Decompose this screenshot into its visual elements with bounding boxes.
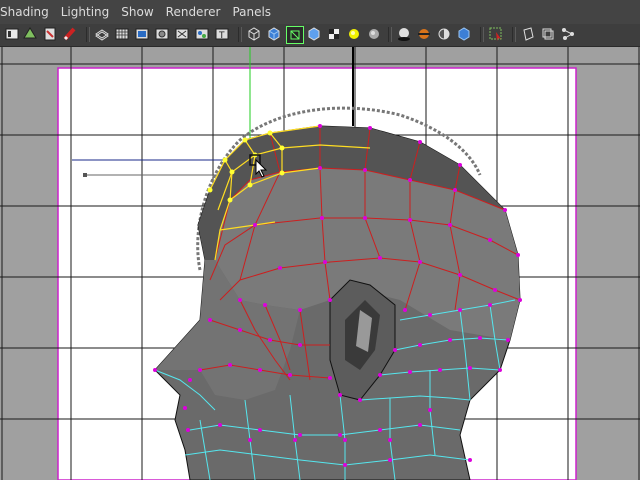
svg-text:T: T xyxy=(218,31,225,41)
safe-action-icon[interactable] xyxy=(174,26,190,42)
menu-show[interactable]: Show xyxy=(115,0,159,24)
film-gate-icon[interactable] xyxy=(134,26,150,42)
xray-components-icon[interactable] xyxy=(560,26,576,42)
anti-aliasing-icon[interactable] xyxy=(456,26,472,42)
wireframe-shading-icon[interactable] xyxy=(246,26,262,42)
smooth-shade-icon[interactable] xyxy=(266,26,282,42)
wireframe-icon[interactable] xyxy=(94,26,110,42)
resolution-gate-icon[interactable] xyxy=(154,26,170,42)
xray-icon[interactable] xyxy=(520,26,536,42)
toolbar-separator xyxy=(388,27,392,42)
grid-toggle-icon[interactable] xyxy=(114,26,130,42)
camera-attributes-icon[interactable] xyxy=(4,26,20,42)
viewport-canvas[interactable] xyxy=(0,47,640,480)
use-all-lights-icon[interactable] xyxy=(346,26,362,42)
menu-renderer[interactable]: Renderer xyxy=(160,0,227,24)
default-material-icon[interactable] xyxy=(306,26,322,42)
field-chart-icon[interactable] xyxy=(194,26,210,42)
3d-viewport[interactable] xyxy=(0,47,640,480)
isolate-select-icon[interactable] xyxy=(488,26,504,42)
menu-panels[interactable]: Panels xyxy=(226,0,277,24)
manipulator-x-handle[interactable] xyxy=(83,173,87,177)
motion-blur-icon[interactable] xyxy=(436,26,452,42)
wireframe-on-shaded-icon[interactable] xyxy=(286,26,304,44)
menu-shading[interactable]: Shading xyxy=(0,0,55,24)
default-light-icon[interactable] xyxy=(366,26,382,42)
grease-pencil-icon[interactable] xyxy=(62,26,78,42)
bookmark-icon[interactable] xyxy=(42,26,58,42)
shadows-icon[interactable] xyxy=(396,26,412,42)
toolbar-separator xyxy=(512,27,516,42)
panel-toolbar: T xyxy=(0,24,640,47)
toolbar-separator xyxy=(86,27,90,42)
menu-lighting[interactable]: Lighting xyxy=(55,0,116,24)
toolbar-separator xyxy=(238,27,242,42)
xray-joints-icon[interactable] xyxy=(540,26,556,42)
panel-menubar: Shading Lighting Show Renderer Panels xyxy=(0,0,640,24)
select-camera-icon[interactable] xyxy=(22,26,38,42)
toolbar-separator xyxy=(480,27,484,42)
textured-icon[interactable] xyxy=(326,26,342,42)
ambient-occlusion-icon[interactable] xyxy=(416,26,432,42)
safe-title-icon[interactable]: T xyxy=(214,26,230,42)
